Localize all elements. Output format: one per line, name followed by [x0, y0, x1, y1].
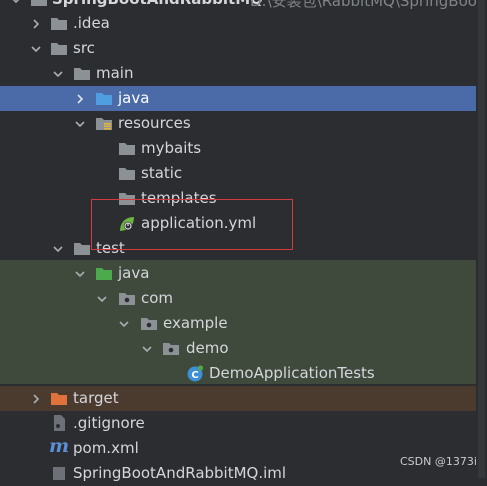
- tree-label-com: com: [141, 289, 174, 307]
- chevron-down-icon[interactable]: [31, 44, 41, 54]
- resources-folder-icon: [95, 115, 113, 131]
- tree-row-resources[interactable]: resources: [0, 111, 476, 136]
- folder-icon: [118, 165, 136, 181]
- chevron-down-icon[interactable]: [119, 319, 129, 329]
- tree-row-main[interactable]: main: [0, 61, 476, 86]
- tree-label-src: src: [73, 39, 95, 57]
- tree-label-pom: pom.xml: [73, 439, 139, 457]
- chevron-down-icon[interactable]: [53, 69, 63, 79]
- chevron-down-icon[interactable]: [75, 119, 85, 129]
- tree-label-main: main: [96, 64, 134, 82]
- tree-label-mybaits: mybaits: [141, 139, 202, 157]
- chevron-right-icon[interactable]: [31, 19, 41, 29]
- excluded-folder-icon: [50, 390, 68, 406]
- tree-label-demo: demo: [186, 339, 229, 357]
- maven-letter: m: [49, 435, 70, 457]
- chevron-down-icon[interactable]: [142, 344, 152, 354]
- highlight-annotation-box: [91, 199, 293, 250]
- tree-row-mybaits[interactable]: mybaits: [0, 136, 476, 161]
- tree-row-java-test[interactable]: java: [0, 261, 476, 286]
- tree-row-demo[interactable]: demo: [0, 336, 476, 361]
- chevron-down-icon[interactable]: [53, 244, 63, 254]
- tree-row-demo-application-tests[interactable]: C DemoApplicationTests: [0, 361, 476, 386]
- svg-text:C: C: [191, 370, 198, 381]
- chevron-down-icon[interactable]: [97, 294, 107, 304]
- source-folder-icon: [95, 90, 113, 106]
- tree-label-resources: resources: [118, 114, 191, 132]
- project-tree: SpringBootAndRabbitMQ D:\安装包\RabbitMQ\Sp…: [0, 0, 487, 482]
- package-icon: [140, 315, 158, 331]
- module-file-icon: [50, 465, 68, 481]
- tree-label-iml: SpringBootAndRabbitMQ.iml: [73, 464, 287, 482]
- tree-label-gitignore: .gitignore: [73, 414, 145, 432]
- chevron-right-icon[interactable]: [75, 94, 85, 104]
- tree-row-java-main[interactable]: java: [0, 86, 476, 111]
- tree-label-java-main: java: [118, 89, 150, 107]
- tree-row-example[interactable]: example: [0, 311, 476, 336]
- test-class-icon: C: [186, 364, 204, 382]
- project-path: D:\安装包\RabbitMQ\SpringBoot: [250, 0, 483, 10]
- tree-row-idea[interactable]: .idea: [0, 11, 476, 36]
- tree-row-target[interactable]: target: [0, 386, 476, 411]
- tree-row-src[interactable]: src: [0, 36, 476, 61]
- chevron-right-icon[interactable]: [31, 394, 41, 404]
- chevron-down-icon[interactable]: [11, 0, 21, 5]
- tree-row-static[interactable]: static: [0, 161, 476, 186]
- tree-label-root: SpringBootAndRabbitMQ: [52, 0, 263, 8]
- maven-file-icon: m: [49, 437, 69, 456]
- tree-row-gitignore[interactable]: .gitignore: [0, 411, 476, 436]
- chevron-down-icon[interactable]: [75, 269, 85, 279]
- folder-icon: [73, 65, 91, 81]
- gitignore-file-icon: [50, 414, 68, 431]
- tree-label-target: target: [73, 389, 119, 407]
- tree-label-static: static: [141, 164, 183, 182]
- watermark: CSDN @1373i: [400, 455, 477, 468]
- package-icon: [162, 340, 180, 356]
- folder-icon: [30, 0, 48, 7]
- tree-label-example: example: [163, 314, 228, 332]
- tree-label-java-test: java: [118, 264, 150, 282]
- tree-label-demo-application-tests: DemoApplicationTests: [209, 364, 375, 382]
- test-folder-icon: [95, 265, 113, 281]
- vertical-scrollbar[interactable]: [476, 0, 487, 478]
- folder-icon: [50, 15, 68, 31]
- folder-icon: [50, 40, 68, 56]
- folder-icon: [118, 140, 136, 156]
- package-icon: [118, 290, 136, 306]
- tree-row-com[interactable]: com: [0, 286, 476, 311]
- scrollbar-thumb[interactable]: [478, 0, 485, 478]
- tree-label-idea: .idea: [73, 14, 110, 32]
- folder-icon: [73, 240, 91, 256]
